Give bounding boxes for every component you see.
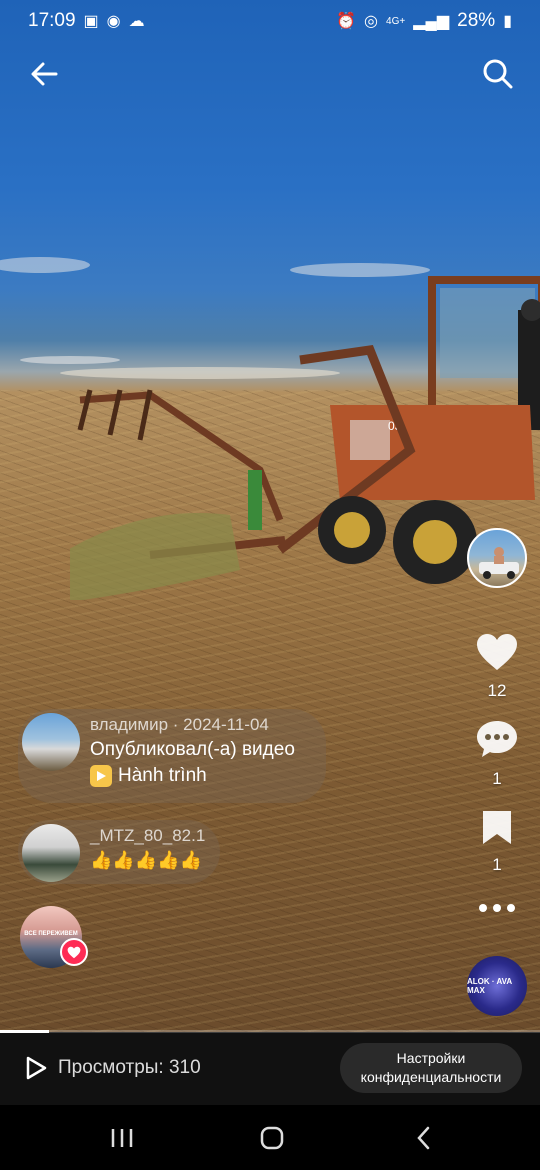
like-count: 12	[487, 681, 507, 700]
system-back-button[interactable]	[404, 1123, 444, 1153]
chevron-left-icon	[417, 1126, 430, 1150]
home-icon	[260, 1126, 284, 1150]
hotspot-icon: ◎	[364, 13, 379, 30]
recent-apps-button[interactable]	[102, 1123, 142, 1153]
commenter-avatar[interactable]	[22, 824, 80, 882]
liked-badge	[60, 938, 88, 966]
music-disc-label: ALOK · AVA MAX	[467, 977, 512, 995]
save-button[interactable]: 1	[467, 808, 527, 875]
video-tag-icon	[90, 765, 112, 787]
home-button[interactable]	[252, 1123, 292, 1153]
search-icon	[483, 59, 513, 89]
save-count: 1	[492, 855, 502, 874]
views-label: Просмотры: 310	[58, 1057, 201, 1078]
status-bar: 17:09 ▣ ◉ ☁ ⏰ ◎ 4G+ ▂▄▆ 28% ▮	[0, 0, 540, 42]
heart-icon	[477, 634, 517, 670]
battery-percent: 28%	[457, 10, 496, 31]
comment-count: 1	[492, 769, 502, 788]
back-button[interactable]	[24, 54, 64, 94]
music-disc[interactable]: ALOK · AVA MAX	[467, 956, 527, 1016]
bookmark-icon	[483, 811, 511, 844]
comment-text: 👍👍👍👍👍	[90, 850, 203, 870]
more-button[interactable]	[467, 898, 527, 923]
commenter-name: владимир · 2024-11-04	[90, 715, 269, 734]
top-nav	[0, 54, 540, 98]
search-button[interactable]	[478, 54, 518, 94]
whatsapp-icon: ◉	[106, 13, 121, 30]
author-avatar[interactable]	[467, 528, 527, 588]
cloud-icon: ☁	[128, 13, 145, 30]
like-button[interactable]: 12	[467, 632, 527, 701]
status-time: 17:09	[28, 10, 76, 31]
video-tag[interactable]: Hành trình	[90, 765, 295, 787]
privacy-settings-button[interactable]: Настройки конфиденциальности	[340, 1043, 522, 1093]
privacy-settings-label: Настройки конфиденциальности	[360, 1050, 502, 1085]
more-dots-icon	[479, 904, 515, 912]
comment-item[interactable]: владимир · 2024-11-04 Опубликовал(-а) ви…	[18, 709, 326, 803]
system-nav-bar	[0, 1105, 540, 1170]
commenter-avatar[interactable]	[22, 713, 80, 771]
battery-icon: ▮	[503, 13, 512, 30]
arrow-left-icon	[31, 62, 58, 86]
bottom-bar: Просмотры: 310 Настройки конфиденциально…	[0, 1033, 540, 1105]
video-tag-label: Hành trình	[118, 765, 207, 786]
comment-item[interactable]: _MTZ_80_82.1 👍👍👍👍👍	[18, 820, 220, 884]
commenter-name: _MTZ_80_82.1	[90, 826, 206, 845]
alarm-icon: ⏰	[336, 13, 357, 30]
comment-button[interactable]: 1	[467, 718, 527, 789]
comment-text: Опубликовал(-а) видео	[90, 739, 295, 760]
signal-icon: ▂▄▆	[413, 13, 450, 30]
play-outline-icon	[26, 1056, 47, 1080]
viewer-avatar-caption: ВСЕ ПЕРЕЖИВЕМ	[24, 931, 78, 937]
comment-bubble-icon	[477, 721, 517, 757]
views-counter[interactable]: Просмотры: 310	[24, 1055, 201, 1081]
gallery-icon: ▣	[83, 13, 99, 30]
recent-apps-icon	[111, 1129, 133, 1147]
network-type: 4G+	[386, 15, 406, 27]
heart-icon	[67, 946, 81, 958]
